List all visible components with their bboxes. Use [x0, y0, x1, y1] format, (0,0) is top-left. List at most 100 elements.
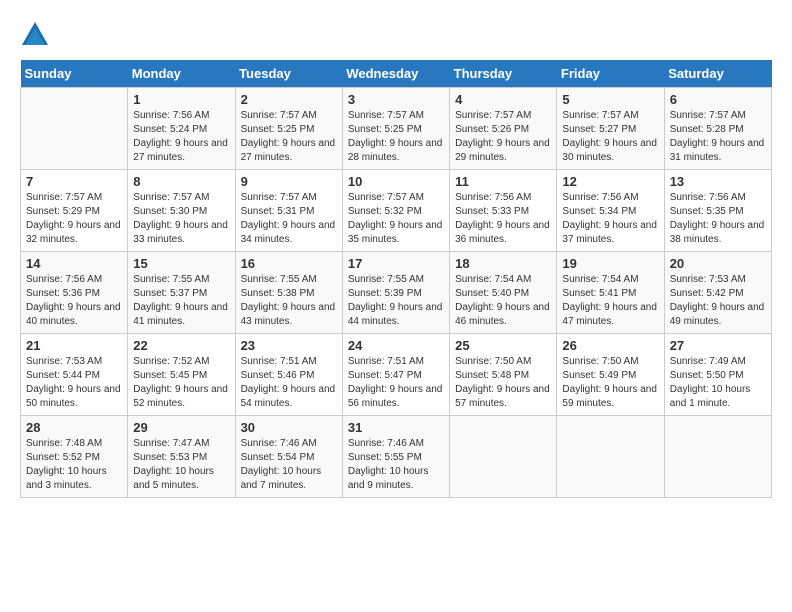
day-number: 25 — [455, 338, 551, 353]
day-info: Sunrise: 7:57 AMSunset: 5:31 PMDaylight:… — [241, 191, 337, 247]
calendar-cell: 17 Sunrise: 7:55 AMSunset: 5:39 PMDayligh… — [342, 252, 449, 334]
day-number: 21 — [26, 338, 122, 353]
day-number: 19 — [562, 256, 658, 271]
day-number: 6 — [670, 92, 766, 107]
calendar-cell: 13Sunrise: 7:56 AMSunset: 5:35 PMDayligh… — [664, 170, 771, 252]
day-number: 1 — [133, 92, 229, 107]
day-info: Sunrise: 7:57 AMSunset: 5:25 PMDaylight:… — [348, 109, 444, 165]
day-number: 10 — [348, 174, 444, 189]
week-row-3: 14 Sunrise: 7:56 AMSunset: 5:36 PMDayligh… — [21, 252, 772, 334]
day-info: Sunrise: 7:57 AMSunset: 5:28 PMDaylight:… — [670, 109, 766, 165]
day-header-wednesday: Wednesday — [342, 60, 449, 88]
day-number: 15 — [133, 256, 229, 271]
day-info: Sunrise: 7:52 AMSunset: 5:45 PMDaylight:… — [133, 355, 229, 411]
calendar-cell: 30 Sunrise: 7:46 AMSunset: 5:54 PMDayligh… — [235, 416, 342, 498]
day-info: Sunrise: 7:48 AMSunset: 5:52 PMDaylight:… — [26, 437, 122, 493]
day-info: Sunrise: 7:55 AMSunset: 5:37 PMDaylight:… — [133, 273, 229, 329]
day-info: Sunrise: 7:57 AMSunset: 5:29 PMDaylight:… — [26, 191, 122, 247]
calendar-cell: 4 Sunrise: 7:57 AMSunset: 5:26 PMDaylight… — [450, 88, 557, 170]
calendar-cell — [21, 88, 128, 170]
calendar-cell: 20Sunrise: 7:53 AMSunset: 5:42 PMDayligh… — [664, 252, 771, 334]
calendar-cell: 16 Sunrise: 7:55 AMSunset: 5:38 PMDayligh… — [235, 252, 342, 334]
day-number: 2 — [241, 92, 337, 107]
day-info: Sunrise: 7:54 AMSunset: 5:40 PMDaylight:… — [455, 273, 551, 329]
calendar-table: SundayMondayTuesdayWednesdayThursdayFrid… — [20, 60, 772, 498]
day-info: Sunrise: 7:57 AMSunset: 5:30 PMDaylight:… — [133, 191, 229, 247]
day-number: 28 — [26, 420, 122, 435]
calendar-cell: 2 Sunrise: 7:57 AMSunset: 5:25 PMDaylight… — [235, 88, 342, 170]
calendar-cell: 18 Sunrise: 7:54 AMSunset: 5:40 PMDayligh… — [450, 252, 557, 334]
day-header-tuesday: Tuesday — [235, 60, 342, 88]
calendar-cell: 23Sunrise: 7:51 AMSunset: 5:46 PMDayligh… — [235, 334, 342, 416]
calendar-cell: 7Sunrise: 7:57 AMSunset: 5:29 PMDaylight… — [21, 170, 128, 252]
calendar-cell: 1 Sunrise: 7:56 AMSunset: 5:24 PMDaylight… — [128, 88, 235, 170]
calendar-cell: 28 Sunrise: 7:48 AMSunset: 5:52 PMDayligh… — [21, 416, 128, 498]
day-number: 3 — [348, 92, 444, 107]
week-row-2: 7Sunrise: 7:57 AMSunset: 5:29 PMDaylight… — [21, 170, 772, 252]
day-number: 13 — [670, 174, 766, 189]
day-info: Sunrise: 7:56 AMSunset: 5:36 PMDaylight:… — [26, 273, 122, 329]
day-info: Sunrise: 7:49 AMSunset: 5:50 PMDaylight:… — [670, 355, 766, 411]
day-number: 27 — [670, 338, 766, 353]
day-info: Sunrise: 7:54 AMSunset: 5:41 PMDaylight:… — [562, 273, 658, 329]
calendar-cell: 14 Sunrise: 7:56 AMSunset: 5:36 PMDayligh… — [21, 252, 128, 334]
calendar-cell: 12 Sunrise: 7:56 AMSunset: 5:34 PMDayligh… — [557, 170, 664, 252]
day-number: 4 — [455, 92, 551, 107]
day-number: 22 — [133, 338, 229, 353]
day-header-saturday: Saturday — [664, 60, 771, 88]
calendar-cell: 15 Sunrise: 7:55 AMSunset: 5:37 PMDayligh… — [128, 252, 235, 334]
week-row-5: 28 Sunrise: 7:48 AMSunset: 5:52 PMDayligh… — [21, 416, 772, 498]
calendar-cell: 27 Sunrise: 7:49 AMSunset: 5:50 PMDayligh… — [664, 334, 771, 416]
calendar-cell: 11 Sunrise: 7:56 AMSunset: 5:33 PMDayligh… — [450, 170, 557, 252]
day-number: 31 — [348, 420, 444, 435]
calendar-cell: 19 Sunrise: 7:54 AMSunset: 5:41 PMDayligh… — [557, 252, 664, 334]
day-header-thursday: Thursday — [450, 60, 557, 88]
day-number: 17 — [348, 256, 444, 271]
week-row-4: 21Sunrise: 7:53 AMSunset: 5:44 PMDayligh… — [21, 334, 772, 416]
day-number: 16 — [241, 256, 337, 271]
day-number: 8 — [133, 174, 229, 189]
days-header-row: SundayMondayTuesdayWednesdayThursdayFrid… — [21, 60, 772, 88]
calendar-cell: 6 Sunrise: 7:57 AMSunset: 5:28 PMDaylight… — [664, 88, 771, 170]
calendar-cell — [664, 416, 771, 498]
calendar-cell — [557, 416, 664, 498]
day-info: Sunrise: 7:56 AMSunset: 5:24 PMDaylight:… — [133, 109, 229, 165]
day-number: 14 — [26, 256, 122, 271]
week-row-1: 1 Sunrise: 7:56 AMSunset: 5:24 PMDaylight… — [21, 88, 772, 170]
day-number: 5 — [562, 92, 658, 107]
calendar-cell: 5 Sunrise: 7:57 AMSunset: 5:27 PMDaylight… — [557, 88, 664, 170]
day-number: 11 — [455, 174, 551, 189]
day-number: 18 — [455, 256, 551, 271]
day-info: Sunrise: 7:57 AMSunset: 5:27 PMDaylight:… — [562, 109, 658, 165]
calendar-cell: 29Sunrise: 7:47 AMSunset: 5:53 PMDayligh… — [128, 416, 235, 498]
day-info: Sunrise: 7:57 AMSunset: 5:25 PMDaylight:… — [241, 109, 337, 165]
calendar-cell: 21Sunrise: 7:53 AMSunset: 5:44 PMDayligh… — [21, 334, 128, 416]
day-info: Sunrise: 7:56 AMSunset: 5:33 PMDaylight:… — [455, 191, 551, 247]
day-info: Sunrise: 7:50 AMSunset: 5:49 PMDaylight:… — [562, 355, 658, 411]
day-info: Sunrise: 7:56 AMSunset: 5:34 PMDaylight:… — [562, 191, 658, 247]
calendar-cell: 31Sunrise: 7:46 AMSunset: 5:55 PMDayligh… — [342, 416, 449, 498]
logo — [20, 20, 54, 50]
header — [20, 20, 772, 50]
calendar-cell: 10 Sunrise: 7:57 AMSunset: 5:32 PMDayligh… — [342, 170, 449, 252]
day-info: Sunrise: 7:46 AMSunset: 5:54 PMDaylight:… — [241, 437, 337, 493]
day-number: 20 — [670, 256, 766, 271]
day-info: Sunrise: 7:57 AMSunset: 5:32 PMDaylight:… — [348, 191, 444, 247]
day-info: Sunrise: 7:55 AMSunset: 5:39 PMDaylight:… — [348, 273, 444, 329]
day-number: 23 — [241, 338, 337, 353]
day-info: Sunrise: 7:51 AMSunset: 5:47 PMDaylight:… — [348, 355, 444, 411]
day-info: Sunrise: 7:55 AMSunset: 5:38 PMDaylight:… — [241, 273, 337, 329]
day-info: Sunrise: 7:57 AMSunset: 5:26 PMDaylight:… — [455, 109, 551, 165]
day-number: 24 — [348, 338, 444, 353]
calendar-cell: 24 Sunrise: 7:51 AMSunset: 5:47 PMDayligh… — [342, 334, 449, 416]
day-number: 26 — [562, 338, 658, 353]
calendar-cell: 26 Sunrise: 7:50 AMSunset: 5:49 PMDayligh… — [557, 334, 664, 416]
day-header-monday: Monday — [128, 60, 235, 88]
day-info: Sunrise: 7:50 AMSunset: 5:48 PMDaylight:… — [455, 355, 551, 411]
calendar-cell: 3 Sunrise: 7:57 AMSunset: 5:25 PMDaylight… — [342, 88, 449, 170]
day-number: 12 — [562, 174, 658, 189]
day-number: 9 — [241, 174, 337, 189]
calendar-cell: 9 Sunrise: 7:57 AMSunset: 5:31 PMDaylight… — [235, 170, 342, 252]
calendar-cell: 25 Sunrise: 7:50 AMSunset: 5:48 PMDayligh… — [450, 334, 557, 416]
day-number: 30 — [241, 420, 337, 435]
